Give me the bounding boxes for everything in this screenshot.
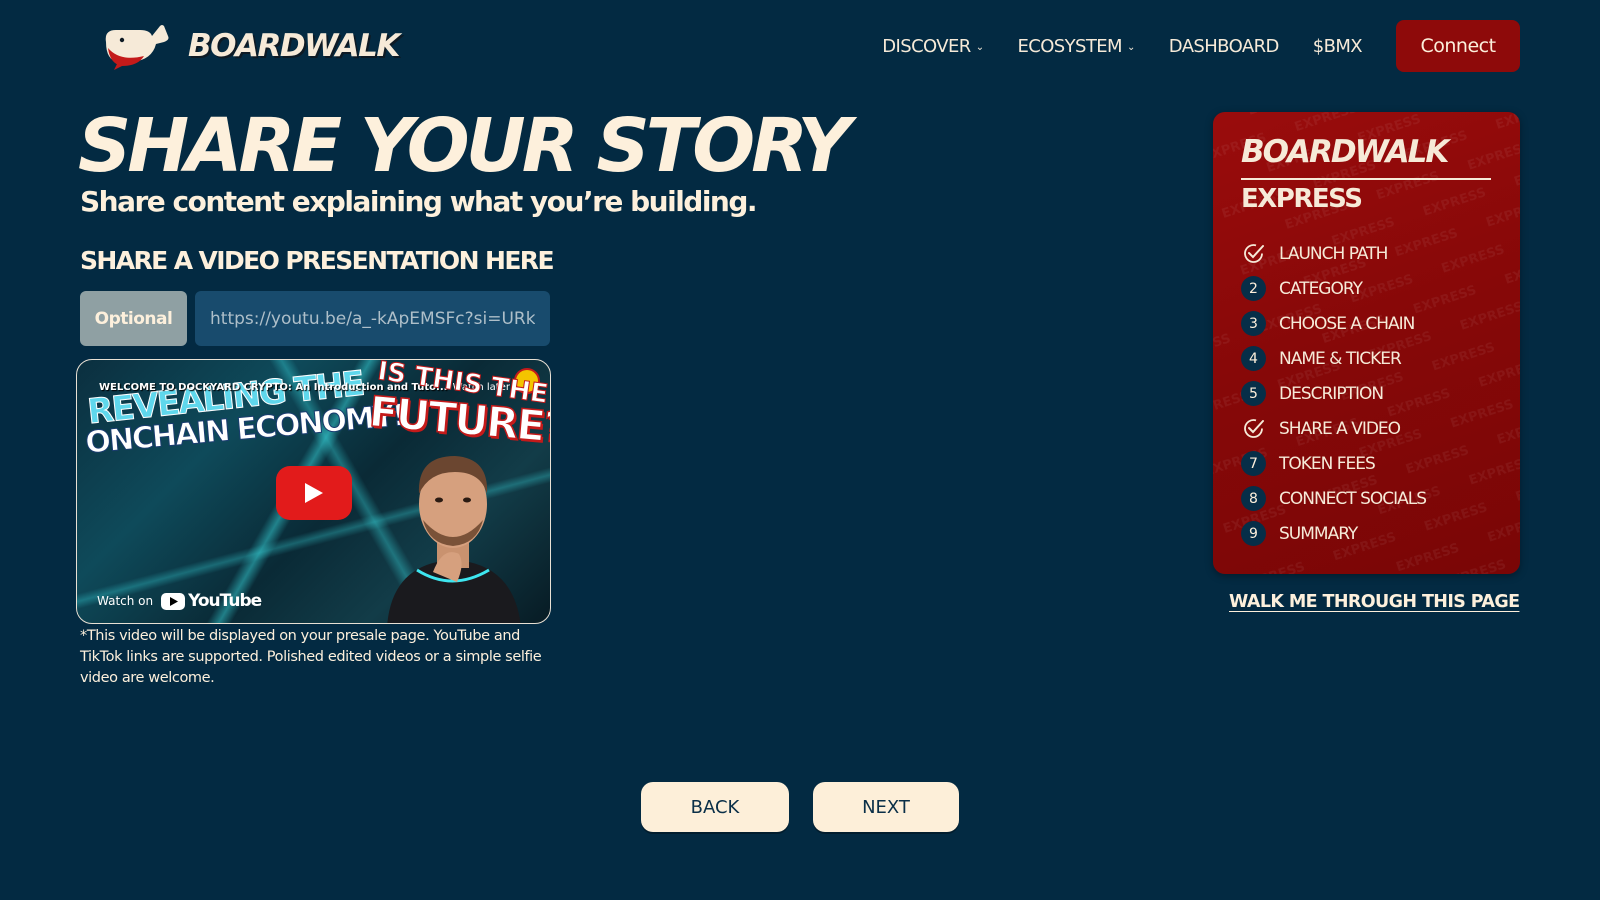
play-icon [305,483,323,503]
youtube-icon [161,592,186,610]
nav-dashboard[interactable]: DASHBOARD [1168,20,1280,72]
panel-divider [1241,178,1491,180]
step-label: DESCRIPTION [1279,383,1384,404]
step-label: SUMMARY [1279,523,1358,544]
step-item[interactable]: LAUNCH PATH [1241,236,1426,271]
watch-on-label: Watch on [97,594,154,608]
nav-discover-label: DISCOVER [882,35,971,57]
chevron-down-icon: ⌄ [975,41,984,53]
step-item[interactable]: 2 CATEGORY [1241,271,1426,306]
nav-ecosystem[interactable]: ECOSYSTEM ⌄ [1017,20,1136,72]
express-steps-panel: EXPRESS EXPRESS EXPRESS EXPRESS EXPRESS … [1213,112,1520,574]
step-list: LAUNCH PATH 2 CATEGORY 3 CHOOSE A CHAIN 4 NAME… [1241,236,1427,551]
page-title: SHARE YOUR STORY [78,103,851,189]
brand-name: BOARDWALK [188,28,400,64]
step-number: 4 [1241,346,1266,371]
step-label: CHOOSE A CHAIN [1279,313,1415,334]
nav-dashboard-label: DASHBOARD [1168,35,1280,57]
step-item[interactable]: 7 TOKEN FEES [1241,446,1426,481]
step-item[interactable]: 4 NAME & TICKER [1241,341,1426,376]
step-label: LAUNCH PATH [1279,243,1388,264]
step-label: TOKEN FEES [1279,453,1376,474]
video-embed[interactable]: REVEALING THE ONCHAIN ECONOMY! WELCOME T… [76,359,551,624]
play-button[interactable] [276,466,352,520]
video-url-input[interactable] [195,291,550,346]
video-section-label: SHARE A VIDEO PRESENTATION HERE [80,246,555,275]
step-item[interactable]: 3 CHOOSE A CHAIN [1241,306,1426,341]
nav-ecosystem-label: ECOSYSTEM [1017,35,1123,57]
step-item[interactable]: 5 DESCRIPTION [1241,376,1426,411]
panel-title: EXPRESS [1241,184,1363,214]
back-button[interactable]: BACK [641,782,789,832]
nav-discover[interactable]: DISCOVER ⌄ [882,20,984,72]
watch-on-youtube[interactable]: Watch on YouTube [97,591,262,611]
step-label: SHARE A VIDEO [1279,418,1401,439]
youtube-logo: YouTube [161,591,262,611]
page-subtitle: Share content explaining what you’re bui… [80,185,758,218]
nav-bmx[interactable]: $BMX [1312,20,1363,72]
step-item[interactable]: SHARE A VIDEO [1241,411,1426,446]
walk-me-through-link[interactable]: WALK ME THROUGH THIS PAGE [1229,592,1520,612]
video-help-note: *This video will be displayed on your pr… [80,628,542,686]
step-number: 9 [1241,521,1266,546]
presenter-image [387,456,521,623]
panel-brand: BOARDWALK [1241,134,1449,170]
brand-logo[interactable]: BOARDWALK [100,22,400,70]
nav-bmx-label: $BMX [1312,35,1363,57]
youtube-wordmark: YouTube [188,591,262,611]
check-circle-icon [1241,416,1266,441]
step-number: 8 [1241,486,1266,511]
step-item[interactable]: 9 SUMMARY [1241,516,1426,551]
step-number: 2 [1241,276,1266,301]
check-circle-icon [1241,241,1266,266]
connect-button[interactable]: Connect [1396,20,1520,72]
step-item[interactable]: 8 CONNECT SOCIALS [1241,481,1427,516]
step-label: CATEGORY [1279,278,1363,299]
step-number: 5 [1241,381,1266,406]
step-number: 3 [1241,311,1266,336]
chevron-down-icon: ⌄ [1126,41,1135,53]
next-button[interactable]: NEXT [813,782,959,832]
main-nav: DISCOVER ⌄ ECOSYSTEM ⌄ DASHBOARD $BMX Co… [882,20,1520,72]
step-number: 7 [1241,451,1266,476]
optional-badge: Optional [80,291,187,346]
step-label: NAME & TICKER [1279,348,1402,369]
whale-icon [105,25,169,70]
step-label: CONNECT SOCIALS [1279,488,1427,509]
